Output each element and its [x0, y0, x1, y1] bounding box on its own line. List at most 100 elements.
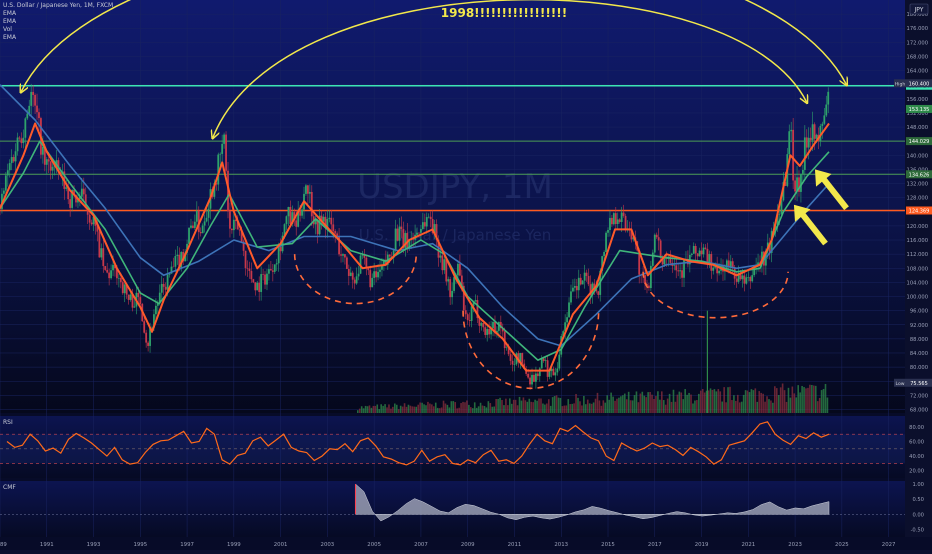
candle-body	[735, 278, 738, 282]
candle-body	[254, 282, 257, 291]
volume-bar	[814, 385, 817, 413]
candle-body	[10, 157, 13, 164]
y-tick-label: 120.000	[907, 224, 928, 230]
volume-bar	[629, 400, 632, 413]
candle-body	[398, 226, 401, 241]
x-tick-label: 2007	[414, 542, 428, 548]
volume-bar	[546, 403, 548, 413]
volume-bar	[735, 400, 737, 413]
candle-body	[264, 274, 266, 285]
candle-body	[546, 360, 549, 377]
volume-bar	[826, 397, 829, 413]
candle-body	[137, 292, 140, 298]
candle-body	[466, 314, 469, 320]
volume-bar	[388, 404, 390, 413]
candle-body	[22, 137, 25, 144]
candle-body	[349, 272, 352, 276]
candle-body	[815, 134, 818, 139]
candle-body	[509, 354, 512, 361]
volume-bar	[725, 402, 727, 413]
candle-body	[100, 248, 103, 258]
price-badge-label: Low	[895, 381, 904, 387]
candle-body	[373, 271, 376, 278]
x-tick-label: 2025	[835, 542, 849, 548]
candle-body	[88, 214, 91, 223]
volume-bar	[707, 390, 710, 413]
candle-body	[30, 91, 33, 106]
volume-bar	[744, 390, 747, 413]
volume-bar	[670, 401, 673, 413]
candle-body	[459, 263, 461, 276]
candle-body	[155, 305, 157, 315]
volume-bar	[436, 407, 439, 413]
candle-body	[289, 206, 292, 224]
candle-body	[488, 329, 491, 335]
volume-bar	[766, 396, 768, 413]
volume-bar	[399, 405, 402, 413]
candle-body	[219, 153, 222, 155]
candle-body	[657, 237, 660, 241]
volume-bar	[627, 391, 630, 413]
candle-body	[147, 342, 150, 346]
usdjpy-chart[interactable]: USDJPY, 1M U.S. Dollar / Japanese Yen 19…	[0, 0, 932, 550]
rsi-tick-label: 40.00	[909, 454, 924, 460]
volume-bar	[508, 398, 511, 413]
candle-body	[529, 377, 531, 385]
candle-body	[193, 221, 196, 228]
candle-body	[622, 212, 625, 216]
volume-bar	[427, 401, 429, 413]
volume-bar	[684, 389, 686, 413]
volume-bar	[573, 403, 575, 413]
volume-bar	[649, 391, 651, 413]
candle-body	[470, 306, 473, 321]
volume-bar	[579, 401, 581, 413]
candle-body	[340, 254, 342, 256]
cmf-label: CMF	[3, 484, 16, 491]
candle-body	[353, 279, 356, 284]
candle-body	[521, 353, 524, 364]
legend-ema-1: EMA	[3, 10, 17, 17]
candle-body	[65, 187, 68, 189]
volume-bar	[415, 406, 418, 413]
volume-bar	[409, 405, 412, 413]
candle-body	[123, 284, 126, 294]
candle-body	[225, 134, 227, 171]
candle-body	[36, 105, 38, 113]
x-tick-label: 1997	[180, 542, 194, 548]
candle-body	[572, 287, 574, 292]
candle-body	[603, 252, 606, 257]
y-tick-label: 156.000	[907, 97, 928, 103]
volume-bar	[701, 389, 704, 413]
candle-body	[749, 277, 752, 282]
candle-body	[445, 259, 448, 282]
volume-bar	[432, 406, 435, 413]
candle-body	[457, 263, 459, 276]
volume-bar	[631, 400, 634, 413]
candle-body	[616, 219, 619, 225]
volume-bar	[403, 403, 406, 413]
volume-bar	[563, 405, 566, 413]
volume-bar	[489, 403, 492, 413]
volume-bar	[655, 396, 657, 413]
volume-bar	[762, 393, 764, 413]
volume-bar	[516, 405, 519, 413]
price-badge-label: High	[895, 81, 906, 87]
volume-bar	[657, 391, 659, 413]
candle-body	[649, 265, 652, 289]
candle-body	[246, 268, 249, 269]
candle-body	[675, 265, 678, 271]
candle-body	[605, 232, 607, 253]
x-tick-label: 2013	[554, 542, 568, 548]
candle-body	[809, 137, 812, 141]
y-tick-label: 96.000	[910, 309, 928, 315]
volume-bar	[407, 404, 410, 413]
candle-body	[18, 137, 21, 139]
rsi-tick-label: 20.00	[909, 469, 924, 475]
candle-body	[166, 274, 169, 290]
volume-bar	[425, 405, 427, 413]
candle-body	[825, 104, 828, 116]
chart-legend[interactable]: U.S. Dollar / Japanese Yen, 1M, FXCM EMA…	[3, 2, 113, 42]
volume-bar	[618, 397, 620, 413]
candle-body	[102, 248, 105, 267]
y-tick-label: 164.000	[907, 69, 928, 75]
